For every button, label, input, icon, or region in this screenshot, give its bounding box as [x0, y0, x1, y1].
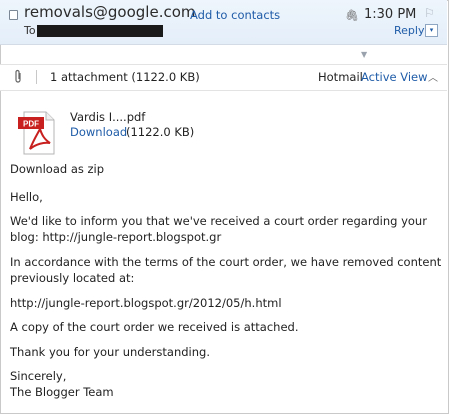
divider [36, 70, 37, 84]
hotmail-label: Hotmail [318, 70, 363, 84]
download-as-zip-link[interactable]: Download as zip [10, 162, 104, 176]
message-header: removals@google.com Add to contacts To 🖇… [0, 0, 447, 45]
attachment-count: 1 attachment (1122.0 KB) [50, 70, 200, 84]
download-link[interactable]: Download [70, 125, 127, 139]
add-to-contacts-link[interactable]: Add to contacts [190, 8, 280, 22]
chevron-down-icon[interactable]: ▼ [361, 50, 367, 59]
body-greeting: Hello, [10, 190, 43, 204]
paperclip-icon [13, 69, 23, 88]
body-paragraph-3: A copy of the court order we received is… [10, 320, 299, 334]
to-label: To [24, 24, 36, 37]
pdf-label: PDF [23, 120, 39, 129]
body-paragraph-1-line-2: blog: http://jungle-report.blogspot.gr [10, 230, 222, 244]
body-paragraph-2-line-1: In accordance with the terms of the cour… [10, 255, 442, 269]
paperclip-icon: 🖇 [345, 9, 359, 22]
envelope-icon[interactable] [9, 10, 18, 20]
pdf-icon[interactable]: PDF [16, 111, 58, 155]
attachment-filename[interactable]: Vardis I....pdf [70, 110, 145, 124]
reply-button[interactable]: Reply [394, 24, 424, 37]
paperclip-icon-svg [15, 69, 21, 83]
chevron-up-icon[interactable]: ︿ [428, 69, 438, 84]
active-view-link[interactable]: Active View [361, 70, 428, 84]
flag-icon[interactable]: ⚐ [424, 6, 435, 20]
body-removed-url: http://jungle-report.blogspot.gr/2012/05… [10, 296, 282, 310]
reply-dropdown-chevron-down-icon[interactable]: ▾ [425, 24, 438, 37]
body-paragraph-1-line-1: We'd like to inform you that we've recei… [10, 214, 427, 228]
attachments-bar: 1 attachment (1122.0 KB) Hotmail Active … [0, 64, 447, 91]
body-closing: Sincerely, [10, 369, 67, 383]
body-paragraph-2-line-2: previously located at: [10, 271, 135, 285]
body-paragraph-4: Thank you for your understanding. [10, 345, 210, 359]
sender-address[interactable]: removals@google.com [24, 3, 196, 21]
message-time: 1:30 PM [364, 7, 417, 22]
attachment-size: (1122.0 KB) [126, 125, 195, 139]
redacted-recipient [37, 25, 163, 37]
body-signature: The Blogger Team [10, 385, 114, 399]
